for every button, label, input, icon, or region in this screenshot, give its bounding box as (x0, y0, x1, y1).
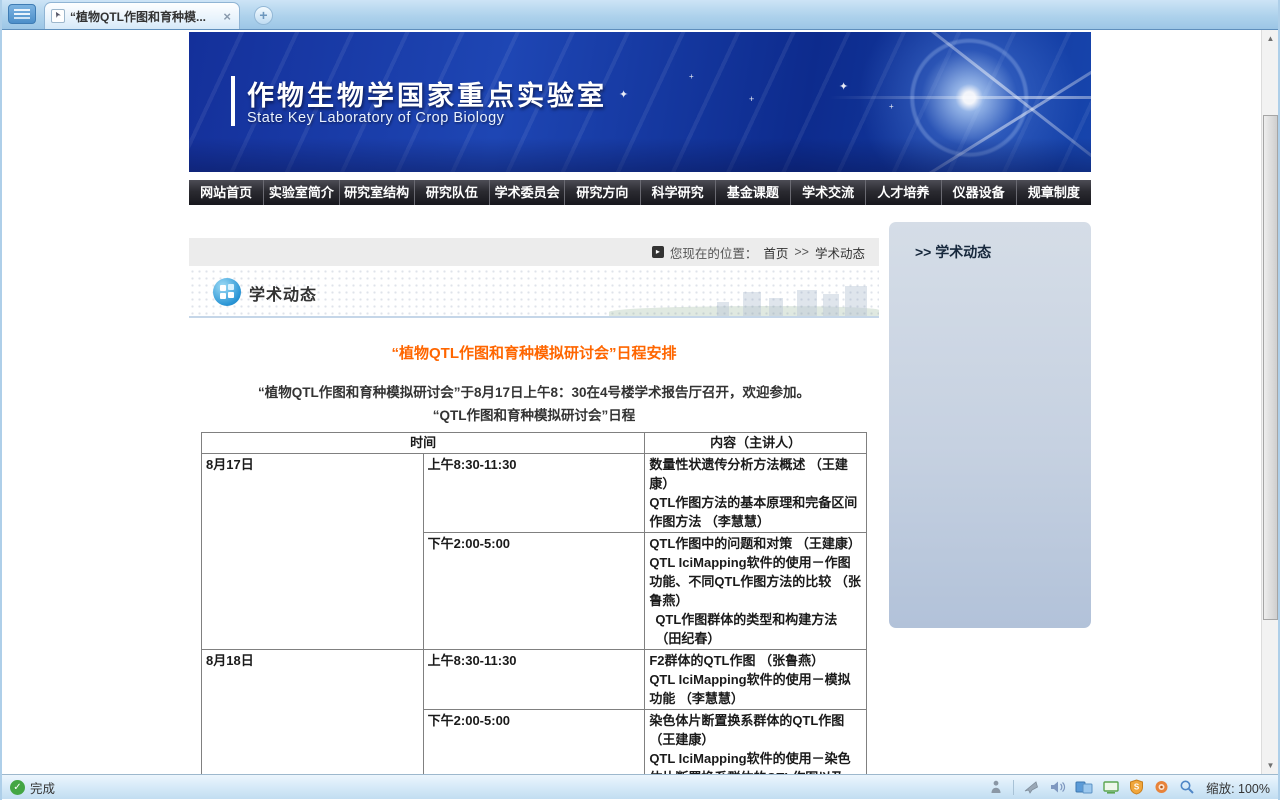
windows-icon[interactable] (1075, 779, 1093, 795)
sparkle-icon: + (689, 72, 694, 81)
speaker-icon[interactable] (1049, 779, 1066, 795)
nav-item-funds[interactable]: 基金课题 (716, 180, 791, 205)
site-title-cn: 作物生物学国家重点实验室 (247, 74, 607, 113)
sidebar-panel: >> 学术动态 (889, 222, 1091, 628)
svg-text:S: S (1134, 783, 1140, 792)
status-tools: S 缩放: 100% (988, 778, 1270, 797)
content-cell: 染色体片断置换系群体的QTL作图 （王建康） QTL IciMapping软件的… (645, 710, 867, 775)
status-bar: ✓ 完成 S 缩放: 100% (2, 774, 1278, 799)
banner-title-bar (231, 76, 235, 126)
zoom-level-label[interactable]: 缩放: 100% (1206, 778, 1270, 797)
header-time: 时间 (202, 433, 645, 454)
table-row: 8月17日 上午8:30-11:30 数量性状遗传分析方法概述 （王建康） QT… (202, 454, 867, 533)
table-row: 8月18日 上午8:30-11:30 F2群体的QTL作图 （张鲁燕） QTL … (202, 650, 867, 710)
article-intro-line2: “QTL作图和育种模拟研讨会”日程 (189, 404, 879, 424)
cityscape-image (609, 282, 879, 316)
main-column: ▸ 您现在的位置： 首页 >> 学术动态 学术动态 (189, 222, 879, 774)
nav-item-exchange[interactable]: 学术交流 (791, 180, 866, 205)
content-row: ▸ 您现在的位置： 首页 >> 学术动态 学术动态 (189, 222, 1091, 774)
sparkle-icon: + (889, 102, 894, 111)
main-nav: 网站首页 实验室简介 研究室结构 研究队伍 学术委员会 研究方向 科学研究 基金… (189, 180, 1091, 205)
section-grid-icon (213, 278, 241, 306)
breadcrumb-separator: >> (794, 245, 809, 259)
sparkle-icon: ✦ (839, 80, 848, 93)
content-cell: 数量性状遗传分析方法概述 （王建康） QTL作图方法的基本原理和完备区间作图方法… (645, 454, 867, 533)
menu-button[interactable] (8, 4, 36, 24)
shield-icon[interactable]: S (1129, 779, 1144, 795)
content-cell: F2群体的QTL作图 （张鲁燕） QTL IciMapping软件的使用－模拟功… (645, 650, 867, 710)
tab-close-icon[interactable]: × (221, 9, 233, 24)
nav-item-equipment[interactable]: 仪器设备 (942, 180, 1017, 205)
done-check-icon: ✓ (10, 780, 25, 795)
page-icon (51, 9, 65, 23)
status-divider (1013, 780, 1014, 795)
sidebar-item-academic-news[interactable]: >> 学术动态 (889, 222, 1091, 262)
breadcrumb-current-link[interactable]: 学术动态 (815, 243, 865, 262)
status-done-label: 完成 (30, 778, 55, 797)
time-cell: 下午2:00-5:00 (423, 533, 645, 650)
magnifier-icon[interactable] (1179, 779, 1195, 795)
banner-shade (189, 138, 1091, 172)
tab-title: “植物QTL作图和育种模... (70, 8, 216, 25)
page-viewport: 作物生物学国家重点实验室 State Key Laboratory of Cro… (2, 30, 1278, 774)
breadcrumb: ▸ 您现在的位置： 首页 >> 学术动态 (189, 238, 879, 266)
site-title-en: State Key Laboratory of Crop Biology (247, 110, 504, 126)
screen-icon[interactable] (1102, 779, 1120, 795)
nav-item-rules[interactable]: 规章制度 (1017, 180, 1091, 205)
time-cell: 上午8:30-11:30 (423, 650, 645, 710)
browser-window: “植物QTL作图和育种模... × + 作物生物学国家重点实验室 State K… (0, 0, 1280, 800)
nav-item-lab-intro[interactable]: 实验室简介 (264, 180, 339, 205)
date-cell: 8月18日 (202, 650, 424, 775)
nav-item-committee[interactable]: 学术委员会 (490, 180, 565, 205)
active-tab[interactable]: “植物QTL作图和育种模... × (44, 2, 240, 29)
time-cell: 上午8:30-11:30 (423, 454, 645, 533)
article-intro-line1: “植物QTL作图和育种模拟研讨会”于8月17日上午8：30在4号楼学术报告厅召开… (189, 381, 879, 401)
scroll-up-button[interactable]: ▲ (1262, 30, 1278, 47)
person-icon[interactable] (988, 779, 1004, 795)
scrollbar-thumb[interactable] (1263, 115, 1278, 620)
vertical-scrollbar[interactable]: ▲ ▼ (1261, 30, 1278, 774)
nav-item-home[interactable]: 网站首页 (189, 180, 264, 205)
schedule-table: 时间 内容（主讲人） 8月17日 上午8:30-11:30 数量性状遗传分析方法… (201, 432, 867, 774)
content-cell: QTL作图中的问题和对策 （王建康） QTL IciMapping软件的使用－作… (645, 533, 867, 650)
nav-item-training[interactable]: 人才培养 (866, 180, 941, 205)
browser-chrome: “植物QTL作图和育种模... × + (2, 0, 1278, 30)
nav-item-directions[interactable]: 研究方向 (565, 180, 640, 205)
section-header: 学术动态 (189, 268, 879, 318)
sparkle-icon: ✦ (619, 88, 628, 101)
article-title: “植物QTL作图和育种模拟研讨会”日程安排 (189, 342, 879, 363)
section-title: 学术动态 (249, 281, 317, 305)
site-banner: 作物生物学国家重点实验室 State Key Laboratory of Cro… (189, 32, 1091, 172)
sparkle-icon: + (749, 94, 754, 104)
nav-item-structure[interactable]: 研究室结构 (340, 180, 415, 205)
breadcrumb-prefix: 您现在的位置： (670, 243, 758, 262)
scroll-down-button[interactable]: ▼ (1262, 757, 1278, 774)
new-tab-button[interactable]: + (254, 6, 273, 25)
header-content: 内容（主讲人） (645, 433, 867, 454)
nav-item-team[interactable]: 研究队伍 (415, 180, 490, 205)
table-header-row: 时间 内容（主讲人） (202, 433, 867, 454)
rocket-icon[interactable] (1023, 779, 1040, 795)
eye-icon[interactable] (1153, 779, 1170, 795)
web-page: 作物生物学国家重点实验室 State Key Laboratory of Cro… (189, 30, 1091, 774)
breadcrumb-home-link[interactable]: 首页 (763, 243, 788, 262)
date-cell: 8月17日 (202, 454, 424, 650)
time-cell: 下午2:00-5:00 (423, 710, 645, 775)
breadcrumb-arrow-icon: ▸ (652, 246, 664, 258)
nav-item-research[interactable]: 科学研究 (641, 180, 716, 205)
